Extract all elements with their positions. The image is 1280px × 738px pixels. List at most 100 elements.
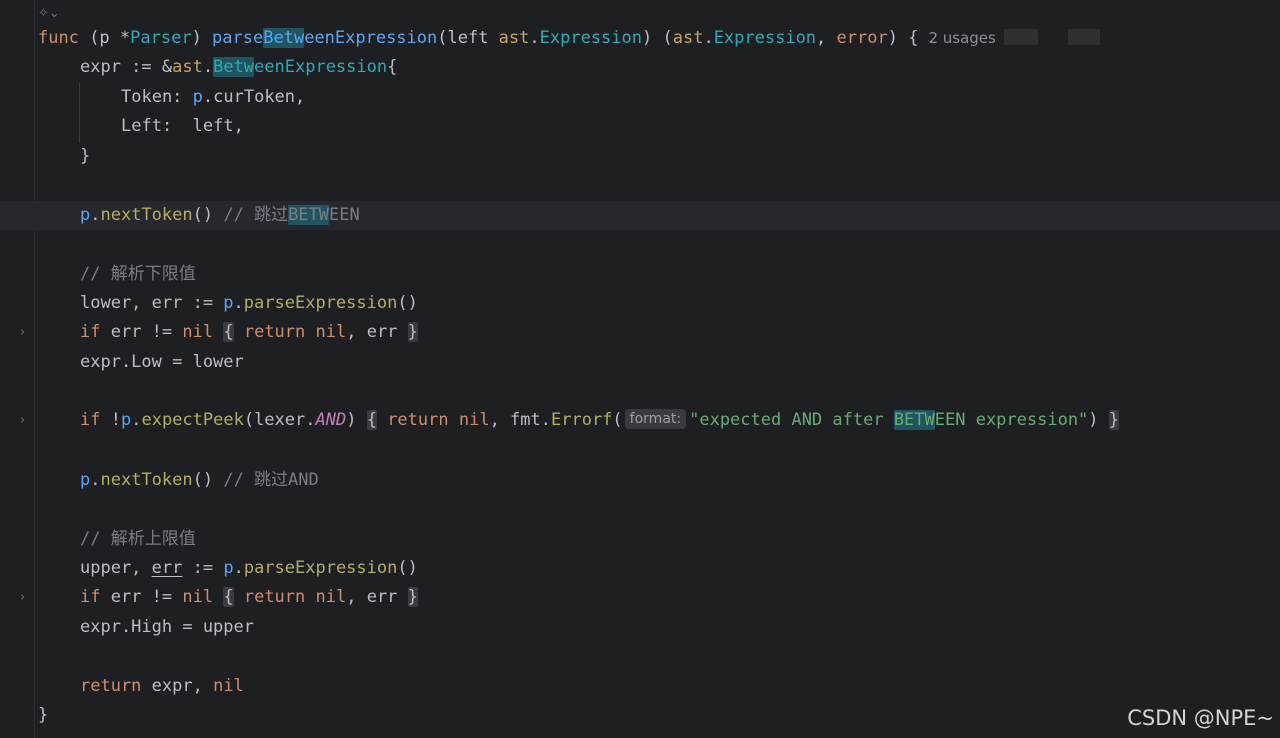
folded-brace[interactable]: } <box>407 587 418 607</box>
gutter-divider <box>34 0 35 738</box>
folded-brace[interactable]: } <box>407 322 418 342</box>
code-text: err != <box>100 322 183 342</box>
code-text: Left: left, <box>121 116 244 136</box>
method-name: parseExpression <box>243 293 398 313</box>
receiver-name: p <box>192 87 203 107</box>
code-text: , err <box>346 587 408 607</box>
folded-brace[interactable]: { <box>366 410 377 430</box>
code-text: } <box>38 705 49 725</box>
type-name: Expression <box>713 28 817 48</box>
code-text: expr.Low = lower <box>80 352 244 372</box>
code-line[interactable]: Token: p.curToken, <box>121 83 305 112</box>
method-name: expectPeek <box>141 410 244 430</box>
type-name: eenExpression <box>254 57 388 77</box>
code-line[interactable]: return expr, nil <box>80 672 244 701</box>
code-text: ) { <box>887 28 919 48</box>
code-line[interactable]: Left: left, <box>121 112 244 141</box>
code-line[interactable]: expr.High = upper <box>80 613 254 642</box>
usages-link[interactable]: 2 usages <box>928 29 995 47</box>
receiver-name: p <box>120 410 132 430</box>
string-literal: EEN expression" <box>934 410 1089 430</box>
code-text: , err <box>346 322 408 342</box>
comment: // 解析上限值 <box>80 529 196 549</box>
comment: // 跳过AND <box>213 470 319 490</box>
code-text: . <box>202 57 214 77</box>
keyword: nil <box>182 322 214 342</box>
code-line[interactable]: // 解析上限值 <box>80 525 196 554</box>
receiver-name: p <box>80 205 91 225</box>
function-name: parse <box>212 28 264 48</box>
code-text: . <box>233 293 244 313</box>
keyword: return <box>243 322 306 342</box>
code-line[interactable]: upper, err := p.parseExpression() <box>80 554 418 583</box>
fold-chevron-icon[interactable]: › <box>20 318 32 347</box>
code-text: expr := & <box>80 57 173 77</box>
search-highlight: BETW <box>288 205 330 225</box>
receiver-name: p <box>80 470 91 490</box>
folded-brace[interactable]: } <box>1108 410 1120 430</box>
code-text: . <box>529 28 540 48</box>
code-text: err != <box>100 587 183 607</box>
keyword: nil <box>315 322 347 342</box>
code-text: Token: <box>121 87 193 107</box>
code-line[interactable]: } <box>38 701 48 730</box>
code-text: upper, <box>80 558 152 578</box>
fold-chevron-icon[interactable]: › <box>20 406 32 435</box>
code-line[interactable]: } <box>80 142 90 171</box>
folded-brace[interactable]: { <box>223 587 234 607</box>
code-line[interactable]: lower, err := p.parseExpression() <box>80 289 418 318</box>
comment: // 跳过 <box>213 205 289 225</box>
keyword: func <box>38 28 79 48</box>
code-text: ! <box>100 410 121 430</box>
code-line[interactable]: if err != nil { return nil, err } <box>80 583 418 612</box>
code-text: { <box>387 57 398 77</box>
keyword: if <box>80 410 101 430</box>
blurred-author <box>1067 29 1100 45</box>
code-line[interactable]: // 解析下限值 <box>80 260 196 289</box>
search-highlight: Betw <box>213 57 255 77</box>
parameter-hint: format: <box>624 409 687 429</box>
folded-brace[interactable]: { <box>223 322 234 342</box>
code-text: . <box>233 558 244 578</box>
code-text: (p * <box>78 28 131 48</box>
code-text: ) ( <box>642 28 673 48</box>
method-name: nextToken <box>100 205 193 225</box>
keyword: return <box>387 410 449 430</box>
keyword: nil <box>182 587 214 607</box>
keyword: error <box>836 28 888 48</box>
code-line[interactable]: p.nextToken() // 跳过AND <box>80 466 319 495</box>
code-text: lower, err := <box>80 293 224 313</box>
code-text: . <box>90 205 101 225</box>
ai-assist-icon[interactable]: ✧⌄ <box>38 4 60 24</box>
code-text: expr.High = upper <box>80 617 254 637</box>
code-text: expr, <box>141 676 214 696</box>
code-editor[interactable]: ✧⌄ › › › func (p *Parser) parseBetweenEx… <box>0 0 1280 738</box>
package-name: ast <box>672 28 704 48</box>
method-name: nextToken <box>100 470 193 490</box>
code-text: . <box>90 470 101 490</box>
package-name: ast <box>498 28 530 48</box>
search-highlight: BETW <box>893 410 935 430</box>
method-name: parseExpression <box>243 558 398 578</box>
fold-chevron-icon[interactable]: › <box>20 583 32 612</box>
code-line[interactable]: if err != nil { return nil, err } <box>80 318 418 347</box>
package-name: ast <box>172 57 203 77</box>
keyword: nil <box>458 410 490 430</box>
code-line[interactable]: expr := &ast.BetweenExpression{ <box>80 53 397 82</box>
comment: // 解析下限值 <box>80 264 196 284</box>
blurred-author <box>1003 29 1038 45</box>
keyword: if <box>80 587 101 607</box>
code-line[interactable]: p.nextToken() // 跳过BETWEEN <box>80 201 360 230</box>
code-line[interactable]: if !p.expectPeek(lexer.AND) { return nil… <box>80 406 1120 435</box>
code-line[interactable]: func (p *Parser) parseBetweenExpression(… <box>38 24 1100 53</box>
code-text: () <box>397 293 418 313</box>
code-line[interactable]: expr.Low = lower <box>80 348 244 377</box>
keyword: nil <box>213 676 244 696</box>
indent-guide <box>79 83 80 143</box>
receiver-name: p <box>223 558 234 578</box>
